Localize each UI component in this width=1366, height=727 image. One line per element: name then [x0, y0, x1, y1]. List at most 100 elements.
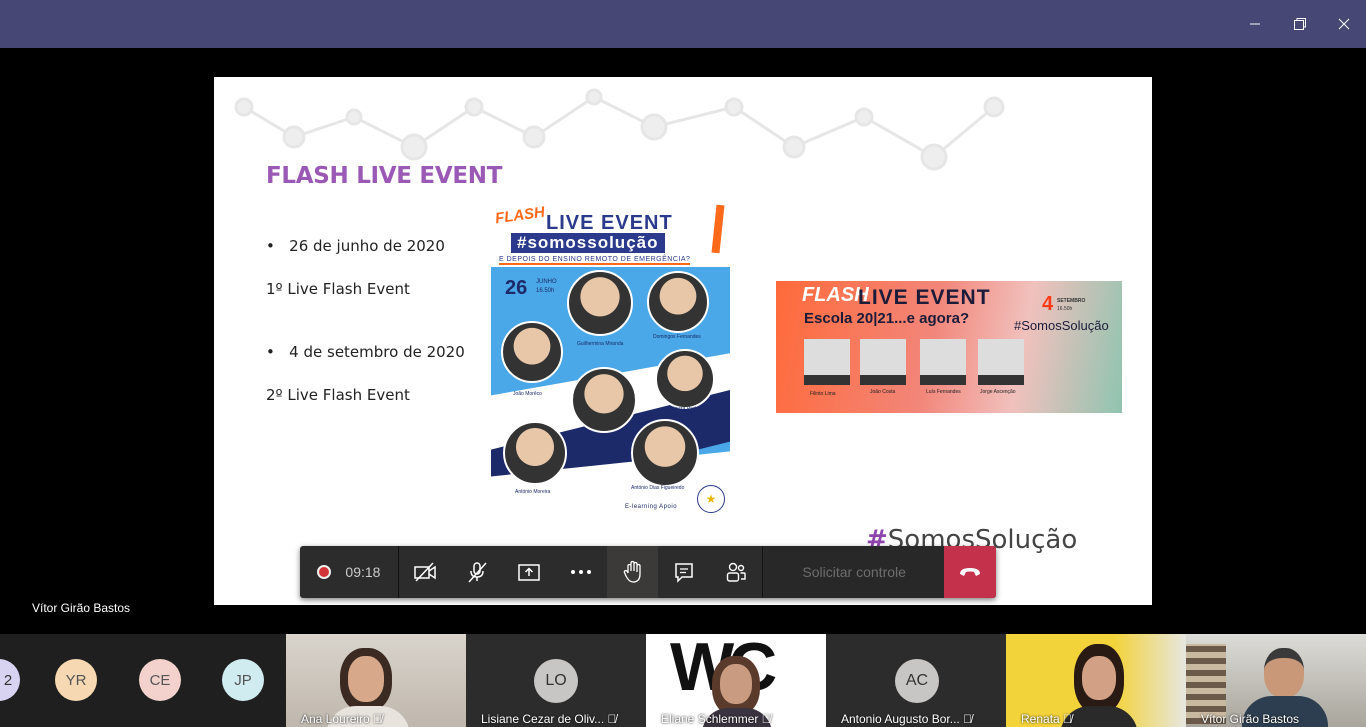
participants-button[interactable] — [710, 546, 762, 598]
more-options-icon — [570, 570, 591, 574]
event-label-1: 1º Live Flash Event — [266, 280, 410, 298]
restore-icon — [1294, 18, 1306, 30]
event-poster-september: FLASH LIVE EVENT Escola 20|21...e agora?… — [776, 281, 1122, 413]
speaker-photo — [501, 321, 563, 383]
raise-hand-icon — [623, 560, 641, 583]
share-tray-icon — [517, 564, 540, 581]
camera-off-icon — [414, 562, 436, 582]
speaker-name: António Moreira — [515, 489, 551, 495]
poster-live-event: LIVE EVENT — [858, 286, 991, 309]
participant-avatar-ce[interactable]: CE — [139, 659, 181, 701]
poster-headline: Escola 20|21...e agora? — [804, 310, 970, 327]
participant-avatar-jp[interactable]: JP — [222, 659, 264, 701]
speaker-name: António Dias Figueiredo — [631, 485, 685, 491]
speaker-photo — [571, 367, 637, 433]
mic-muted-icon: 🎙̸ — [761, 712, 771, 726]
poster-day: 4 — [1042, 293, 1054, 315]
speaker-name: Luís Fernandes — [926, 389, 961, 395]
poster-hashtag: #SomosSolução — [1014, 318, 1109, 333]
mic-muted-icon: 🎙̸ — [963, 712, 973, 726]
speaker-name: José Lagarto — [589, 436, 618, 442]
more-actions-button[interactable] — [555, 546, 607, 598]
participant-tile-eliane-schlemmer[interactable]: WC Eliane Schlemmer 🎙̸ — [646, 634, 826, 727]
participants-icon — [727, 562, 747, 582]
mic-toggle-button[interactable] — [451, 546, 503, 598]
event-date-1: 26 de junho de 2020 — [289, 237, 445, 255]
speaker-photo — [655, 349, 715, 409]
avatar-initials: YR — [65, 671, 87, 689]
participants-strip: 2 YR CE JP Ana Loureiro 🎙̸ LO Lisiane Ce… — [0, 634, 1366, 727]
event-label-2: 2º Live Flash Event — [266, 386, 410, 404]
speaker-photo — [567, 270, 633, 336]
poster-live-event: LIVE EVENT — [546, 212, 673, 234]
minimize-button[interactable] — [1232, 0, 1278, 48]
mic-muted-icon: 🎙̸ — [1063, 712, 1073, 726]
poster-hashtag: #somossolução — [511, 233, 665, 253]
recording-timer: 09:18 — [300, 546, 398, 598]
poster-month: JUNHO — [536, 279, 557, 285]
speaker-name: Guilhermina Miranda — [577, 341, 624, 347]
speaker-name: Jorge Ascenção — [980, 389, 1016, 395]
event-poster-june: FLASH LIVE EVENT #somossolução E DEPOIS … — [491, 203, 730, 517]
participant-avatar-ac: AC — [895, 659, 939, 703]
call-timer: 09:18 — [345, 564, 381, 580]
participant-name: Antonio Augusto Bor... 🎙̸ — [841, 712, 973, 726]
speaker-name: Filinto Lima — [810, 391, 836, 397]
hang-up-button[interactable] — [944, 546, 996, 598]
mic-muted-icon: 🎙̸ — [607, 712, 617, 726]
participant-name: Renata 🎙̸ — [1021, 712, 1073, 726]
mic-off-icon — [468, 562, 487, 583]
poster-time: 16.50h — [536, 288, 555, 294]
slide-title: FLASH LIVE EVENT — [266, 163, 503, 189]
participant-name: Eliane Schlemmer 🎙̸ — [661, 712, 771, 726]
window-titlebar — [0, 0, 1366, 48]
close-button[interactable] — [1321, 0, 1366, 48]
speaker-photo — [804, 339, 850, 385]
overflow-count: 2 — [3, 671, 13, 689]
avatar-initials: JP — [234, 671, 252, 689]
speaker-photo — [631, 419, 699, 487]
participant-name: Lisiane Cezar de Oliv... 🎙̸ — [481, 712, 617, 726]
poster-time: 16.50h — [1057, 306, 1073, 312]
poster-day: 26 — [505, 277, 528, 299]
event-date-2: 4 de setembro de 2020 — [289, 343, 465, 361]
meeting-controls-toolbar: 09:18 Solicitar controle — [300, 546, 996, 598]
share-screen-button[interactable] — [503, 546, 555, 598]
raise-hand-button[interactable] — [606, 546, 659, 598]
bullet-item-1: • 26 de junho de 2020 — [266, 237, 445, 255]
participant-tile-vitor-girao-bastos[interactable]: Vítor Girão Bastos — [1186, 634, 1366, 727]
bullet-marker: • — [266, 343, 275, 361]
chat-button[interactable] — [658, 546, 710, 598]
speaker-photo — [978, 339, 1024, 385]
participant-face — [1082, 656, 1116, 700]
poster-month: SETEMBRO — [1057, 298, 1086, 304]
participant-face — [348, 656, 384, 702]
speaker-photo — [920, 339, 966, 385]
request-control-button[interactable]: Solicitar controle — [764, 546, 945, 598]
poster-footer: E-learning Apoio — [625, 504, 678, 510]
participant-tile-renata[interactable]: Renata 🎙̸ — [1006, 634, 1186, 727]
participant-tile-lisiane[interactable]: LO Lisiane Cezar de Oliv... 🎙̸ — [466, 634, 646, 727]
maximize-button[interactable] — [1277, 0, 1323, 48]
hang-up-icon — [960, 568, 980, 576]
star-logo-icon: ★ — [697, 485, 725, 513]
participant-tile-antonio-augusto[interactable]: AC Antonio Augusto Bor... 🎙̸ — [826, 634, 1006, 727]
speaker-photo — [647, 271, 709, 333]
bullet-item-2: • 4 de setembro de 2020 — [266, 343, 465, 361]
overflow-participants-avatar[interactable]: 2 — [0, 659, 20, 701]
mic-muted-icon: 🎙̸ — [373, 712, 383, 726]
presentation-slide: FLASH LIVE EVENT • 26 de junho de 2020 1… — [214, 77, 1152, 605]
avatar-initials: CE — [149, 671, 171, 689]
recording-icon — [317, 565, 332, 579]
participant-name: Vítor Girão Bastos — [1201, 712, 1300, 726]
participant-avatar-yr[interactable]: YR — [55, 659, 97, 701]
speaker-name: Domingos Fernandes — [653, 334, 701, 340]
speaker-name: João Morêco — [513, 391, 542, 397]
camera-toggle-button[interactable] — [399, 546, 451, 598]
participant-avatar-lo: LO — [534, 659, 578, 703]
speaker-name: Neuza Pedro — [671, 406, 701, 412]
speaker-name: João Costa — [870, 389, 896, 395]
bullet-marker: • — [266, 237, 275, 255]
participant-tile-ana-loureiro[interactable]: Ana Loureiro 🎙̸ — [286, 634, 466, 727]
presenter-name-label: Vítor Girão Bastos — [32, 601, 131, 615]
